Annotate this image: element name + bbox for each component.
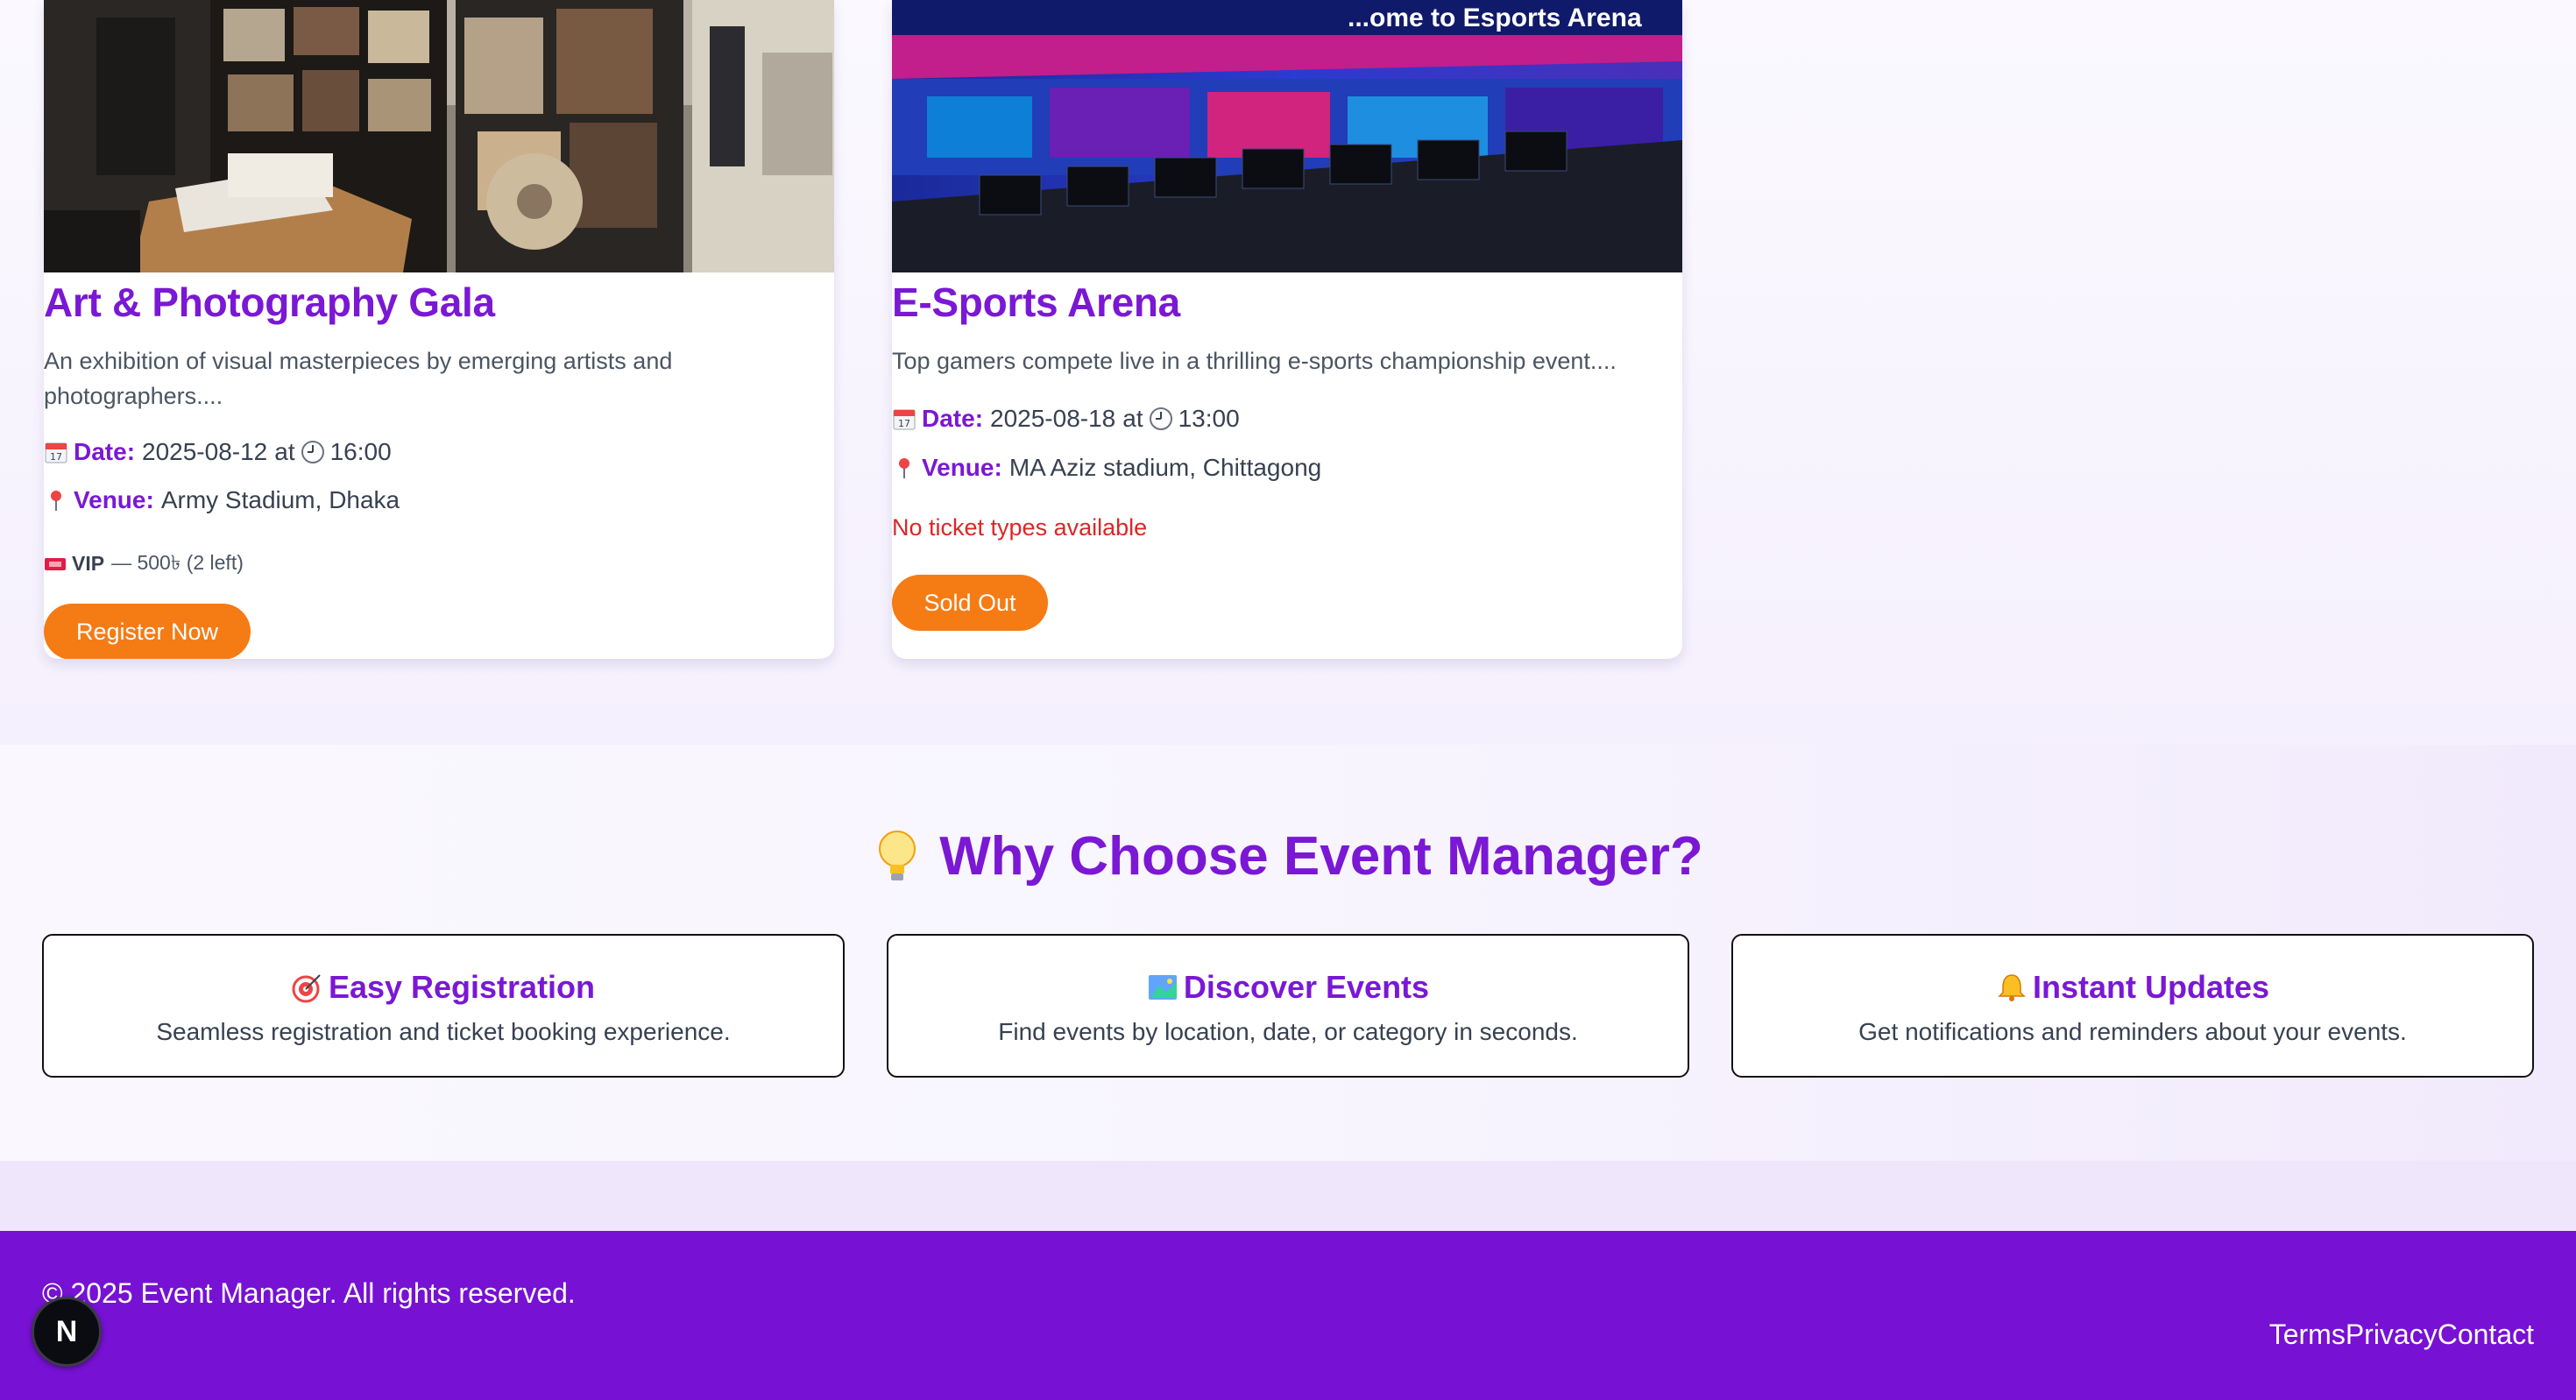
feature-description: Get notifications and reminders about yo… xyxy=(1858,1018,2407,1045)
why-title-text: Why Choose Event Manager? xyxy=(939,826,1703,887)
event-card: Art & Photography Gala An exhibition of … xyxy=(44,0,834,659)
feature-title: Discover Events xyxy=(1183,969,1430,1005)
feature-description: Seamless registration and ticket booking… xyxy=(156,1018,731,1045)
ticket-detail: — 500৳ (2 left) xyxy=(111,551,244,574)
date-label: Date: xyxy=(922,405,984,432)
footer-links: Terms Privacy Contact xyxy=(2269,1319,2534,1351)
event-venue: Army Stadium, Dhaka xyxy=(160,486,400,513)
calendar-icon: 17 xyxy=(893,409,916,430)
feature-card-easy-registration: Easy Registration Seamless registration … xyxy=(42,934,845,1078)
image-banner-text: ...ome to Esports Arena xyxy=(1348,4,1642,32)
footer-link-terms[interactable]: Terms xyxy=(2269,1319,2346,1351)
nextjs-dev-badge[interactable]: N xyxy=(32,1297,102,1367)
event-time: 13:00 xyxy=(1178,405,1240,432)
svg-text:17: 17 xyxy=(50,451,62,463)
events-section: Art & Photography Gala An exhibition of … xyxy=(0,0,2576,745)
calendar-icon: 17 xyxy=(45,442,67,463)
feature-card-discover-events: Discover Events Find events by location,… xyxy=(887,934,1689,1078)
event-date: 2025-08-12 xyxy=(142,438,268,465)
clock-icon xyxy=(301,441,324,463)
why-choose-section: Why Choose Event Manager? Easy Registrat… xyxy=(0,745,2576,1161)
event-time: 16:00 xyxy=(329,438,392,465)
footer-link-contact[interactable]: Contact xyxy=(2438,1319,2534,1351)
feature-card-instant-updates: Instant Updates Get notifications and re… xyxy=(1731,934,2534,1078)
event-card: ...ome to Esports Arena E-Sports Arena T… xyxy=(892,0,1682,659)
event-image: ...ome to Esports Arena xyxy=(892,0,1682,272)
at-text: at xyxy=(274,438,295,465)
date-label: Date: xyxy=(74,438,136,465)
event-title[interactable]: Art & Photography Gala xyxy=(44,279,495,326)
event-date-row: 17 Date: 2025-08-12 at 16:00 xyxy=(44,438,392,466)
ticket-icon xyxy=(45,557,66,570)
ticket-name: VIP xyxy=(72,552,105,575)
event-title[interactable]: E-Sports Arena xyxy=(892,279,1180,326)
footer-link-privacy[interactable]: Privacy xyxy=(2346,1319,2438,1351)
event-image xyxy=(44,0,834,272)
register-now-button[interactable]: Register Now xyxy=(44,604,251,659)
copyright-text: © 2025 Event Manager. All rights reserve… xyxy=(42,1277,576,1309)
event-date-row: 17 Date: 2025-08-18 at 13:00 xyxy=(892,405,1240,433)
event-venue-row: Venue: Army Stadium, Dhaka xyxy=(44,486,400,514)
feature-title: Instant Updates xyxy=(2032,969,2270,1005)
at-text: at xyxy=(1122,405,1143,432)
clock-icon xyxy=(1149,407,1172,430)
venue-label: Venue: xyxy=(922,454,1002,481)
event-description: Top gamers compete live in a thrilling e… xyxy=(892,348,1617,374)
lightbulb-icon xyxy=(879,830,916,880)
no-ticket-message: No ticket types available xyxy=(892,514,1148,541)
site-footer: © 2025 Event Manager. All rights reserve… xyxy=(0,1231,2576,1400)
event-description: An exhibition of visual masterpieces by … xyxy=(44,348,673,409)
feature-title: Easy Registration xyxy=(328,969,596,1005)
event-venue-row: Venue: MA Aziz stadium, Chittagong xyxy=(892,454,1321,482)
bell-icon xyxy=(1998,974,2026,1001)
venue-label: Venue: xyxy=(74,486,154,513)
event-date: 2025-08-18 xyxy=(990,405,1116,432)
pin-icon xyxy=(899,458,909,478)
event-venue: MA Aziz stadium, Chittagong xyxy=(1008,454,1322,481)
ticket-type-row: VIP — 500৳ (2 left) xyxy=(44,547,244,581)
why-heading: Why Choose Event Manager? xyxy=(0,825,2576,887)
section-spacer xyxy=(0,1161,2576,1231)
map-icon xyxy=(1148,975,1177,1000)
feature-description: Find events by location, date, or catego… xyxy=(998,1018,1578,1045)
pin-icon xyxy=(51,491,61,511)
target-icon xyxy=(292,974,321,1003)
svg-text:17: 17 xyxy=(898,418,910,429)
sold-out-button[interactable]: Sold Out xyxy=(892,575,1048,631)
